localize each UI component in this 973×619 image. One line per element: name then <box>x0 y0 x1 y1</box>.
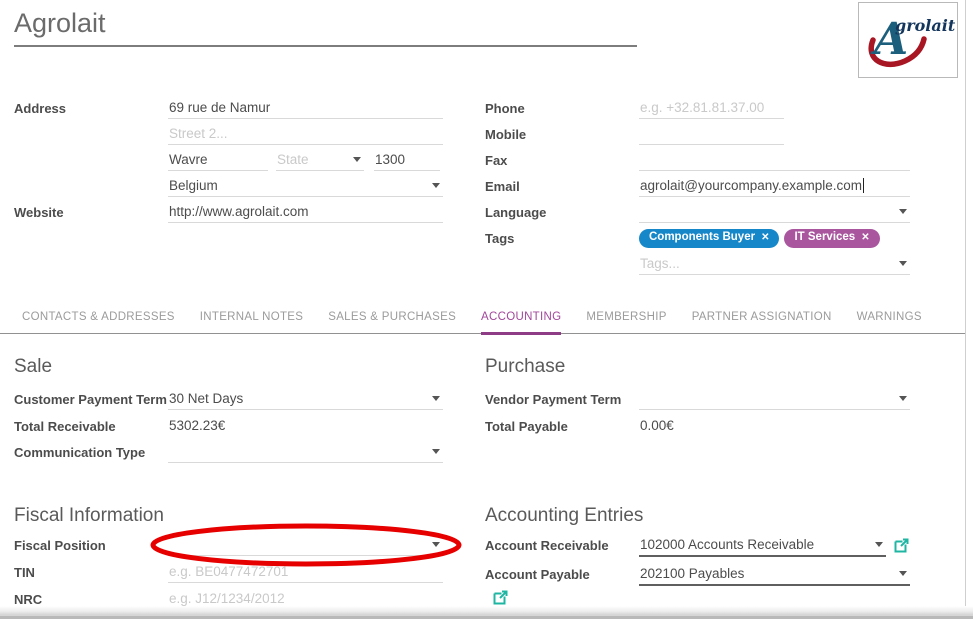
email-input[interactable]: agrolait@yourcompany.example.com <box>639 175 910 197</box>
dropdown-arrow-icon <box>432 449 440 454</box>
page-title: Agrolait <box>14 8 637 39</box>
tin-label: TIN <box>14 561 168 581</box>
state-select[interactable]: State <box>276 149 364 171</box>
state-placeholder: State <box>277 152 309 167</box>
street-input[interactable]: 69 rue de Namur <box>168 97 443 119</box>
tags-label: Tags <box>485 227 639 247</box>
account-payable-select[interactable]: 202100 Payables <box>639 563 910 586</box>
address-block: Address 69 rue de Namur Street 2... Wavr… <box>14 97 443 227</box>
street2-placeholder: Street 2... <box>169 126 228 141</box>
tags-list: Components Buyer ✕ IT Services ✕ <box>639 227 910 252</box>
language-label: Language <box>485 201 639 221</box>
tin-input[interactable]: e.g. BE0477472701 <box>168 561 443 583</box>
accounting-section: Account Receivable 102000 Accounts Recei… <box>485 534 910 615</box>
mobile-label: Mobile <box>485 123 639 143</box>
phone-label: Phone <box>485 97 639 117</box>
vendor-payment-term-select[interactable] <box>639 388 910 410</box>
sheet-bottom-edge <box>0 606 973 619</box>
sale-section-title: Sale <box>14 356 52 378</box>
tag-remove-icon[interactable]: ✕ <box>761 233 769 243</box>
city-value: Wavre <box>169 152 208 167</box>
communication-type-select[interactable] <box>168 441 443 463</box>
website-label: Website <box>14 201 168 221</box>
tin-placeholder: e.g. BE0477472701 <box>169 564 288 579</box>
fiscal-section-title: Fiscal Information <box>14 505 164 527</box>
account-receivable-label: Account Receivable <box>485 534 639 554</box>
dropdown-arrow-icon <box>875 542 883 547</box>
website-value: http://www.agrolait.com <box>169 204 309 219</box>
partner-logo-image[interactable]: A grolait <box>858 2 958 78</box>
tag-badge[interactable]: IT Services ✕ <box>784 229 879 248</box>
city-input[interactable]: Wavre <box>168 149 268 171</box>
fax-input[interactable] <box>639 149 910 171</box>
total-payable-value: 0.00€ <box>639 415 910 436</box>
tag-badge[interactable]: Components Buyer ✕ <box>639 229 779 248</box>
purchase-section: Vendor Payment Term Total Payable 0.00€ <box>485 388 910 441</box>
dropdown-arrow-icon <box>432 183 440 188</box>
account-receivable-value: 102000 Accounts Receivable <box>640 537 814 552</box>
tag-label: Components Buyer <box>649 232 755 244</box>
partner-name-field[interactable]: Agrolait <box>14 8 637 47</box>
accounting-section-title: Accounting Entries <box>485 505 643 527</box>
tab-membership[interactable]: MEMBERSHIP <box>586 304 666 333</box>
dropdown-arrow-icon <box>899 571 907 576</box>
phone-input[interactable]: e.g. +32.81.81.37.00 <box>639 97 784 119</box>
phone-placeholder: e.g. +32.81.81.37.00 <box>640 100 764 115</box>
agrolait-logo-icon: A grolait <box>861 6 955 74</box>
window-right-border <box>965 0 966 619</box>
language-select[interactable] <box>639 201 910 223</box>
tab-accounting[interactable]: ACCOUNTING <box>481 304 561 335</box>
contact-block: Phone e.g. +32.81.81.37.00 Mobile Fax Em… <box>485 97 910 279</box>
fiscal-section: Fiscal Position TIN e.g. BE0477472701 NR… <box>14 534 443 615</box>
address-label: Address <box>14 97 168 117</box>
dropdown-arrow-icon <box>899 261 907 266</box>
vendor-payment-term-label: Vendor Payment Term <box>485 388 639 408</box>
zip-value: 1300 <box>375 152 405 167</box>
tab-sales-purchases[interactable]: SALES & PURCHASES <box>328 304 456 333</box>
email-label: Email <box>485 175 639 195</box>
fax-label: Fax <box>485 149 639 169</box>
tag-remove-icon[interactable]: ✕ <box>861 233 869 243</box>
text-cursor <box>863 178 864 193</box>
dropdown-arrow-icon <box>432 396 440 401</box>
tags-input[interactable]: Tags... <box>639 253 910 275</box>
dropdown-arrow-icon <box>432 542 440 547</box>
total-receivable-value: 5302.23€ <box>168 415 443 436</box>
zip-input[interactable]: 1300 <box>374 149 440 171</box>
total-receivable-label: Total Receivable <box>14 415 168 435</box>
tab-warnings[interactable]: WARNINGS <box>857 304 922 333</box>
customer-payment-term-label: Customer Payment Term <box>14 388 168 408</box>
tag-label: IT Services <box>794 232 855 244</box>
dropdown-arrow-icon <box>899 396 907 401</box>
customer-payment-term-value: 30 Net Days <box>169 391 243 406</box>
dropdown-arrow-icon <box>353 157 361 162</box>
external-link-icon[interactable] <box>886 534 910 558</box>
tab-bar: CONTACTS & ADDRESSES INTERNAL NOTES SALES … <box>0 304 965 334</box>
country-value: Belgium <box>169 178 218 193</box>
account-payable-value: 202100 Payables <box>640 566 744 581</box>
purchase-section-title: Purchase <box>485 356 565 378</box>
total-payable-label: Total Payable <box>485 415 639 435</box>
partner-form: Agrolait A grolait Address 69 rue de Nam… <box>0 0 973 619</box>
mobile-input[interactable] <box>639 123 784 145</box>
country-select[interactable]: Belgium <box>168 175 443 197</box>
account-receivable-select[interactable]: 102000 Accounts Receivable <box>639 534 886 557</box>
website-input[interactable]: http://www.agrolait.com <box>168 201 443 223</box>
street-value: 69 rue de Namur <box>169 100 270 115</box>
fiscal-position-label: Fiscal Position <box>14 534 168 554</box>
sale-section: Customer Payment Term 30 Net Days Total … <box>14 388 443 468</box>
tags-placeholder: Tags... <box>640 256 680 271</box>
street2-input[interactable]: Street 2... <box>168 123 443 145</box>
tab-internal-notes[interactable]: INTERNAL NOTES <box>200 304 303 333</box>
svg-text:grolait: grolait <box>895 16 955 35</box>
tab-partner-assignation[interactable]: PARTNER ASSIGNATION <box>692 304 832 333</box>
customer-payment-term-select[interactable]: 30 Net Days <box>168 388 443 410</box>
email-value: agrolait@yourcompany.example.com <box>640 178 862 193</box>
nrc-placeholder: e.g. J12/1234/2012 <box>169 591 285 606</box>
account-payable-label: Account Payable <box>485 563 639 583</box>
tab-contacts-addresses[interactable]: CONTACTS & ADDRESSES <box>22 304 175 333</box>
fiscal-position-select[interactable] <box>168 534 443 556</box>
dropdown-arrow-icon <box>899 209 907 214</box>
communication-type-label: Communication Type <box>14 441 168 461</box>
